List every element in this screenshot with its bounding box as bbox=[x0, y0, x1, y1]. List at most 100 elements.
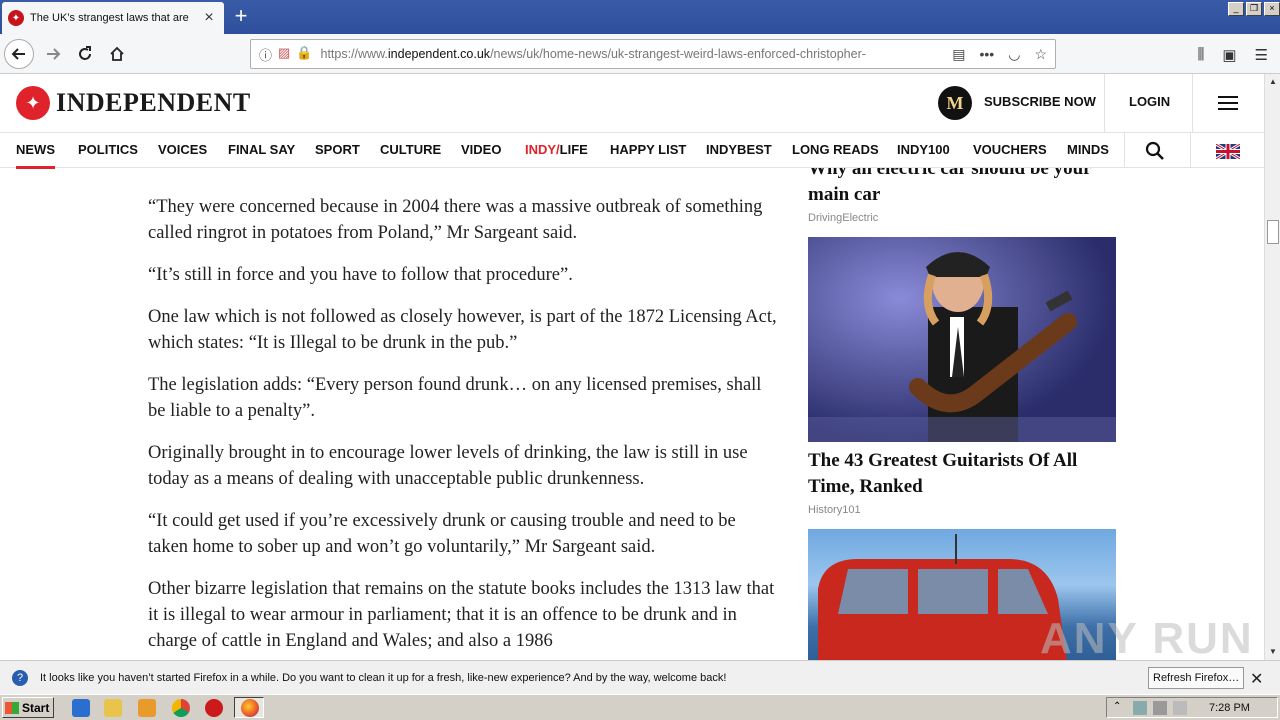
url-bar[interactable]: ⓘ ▨ 🔒 https://www.independent.co.uk/news… bbox=[250, 39, 1056, 69]
independent-favicon-icon: ✦ bbox=[8, 10, 24, 26]
nav-item-vouchers[interactable]: VOUCHERS bbox=[973, 142, 1047, 157]
guitarist-illustration-icon bbox=[808, 252, 1116, 442]
uk-flag-icon[interactable] bbox=[1216, 144, 1240, 159]
media-player-icon[interactable] bbox=[138, 699, 156, 717]
article-paragraph: Originally brought in to encourage lower… bbox=[148, 443, 748, 489]
eagle-logo-icon: ✦ bbox=[16, 86, 50, 120]
membership-badge-icon[interactable]: M bbox=[938, 86, 972, 120]
reload-icon bbox=[79, 46, 91, 60]
article-body: Polish potatoes to Britain without first… bbox=[148, 194, 778, 660]
question-icon: ? bbox=[12, 669, 28, 686]
tray-arrow-icon[interactable]: ⌃ bbox=[1113, 701, 1127, 715]
pocket-icon[interactable]: ◡ bbox=[1008, 46, 1020, 63]
refresh-firefox-button[interactable]: Refresh Firefox… bbox=[1148, 667, 1245, 689]
nav-item-indylife[interactable]: INDY/LIFE bbox=[525, 142, 588, 157]
promo-source[interactable]: DrivingElectric bbox=[808, 212, 1116, 224]
close-window-button[interactable]: × bbox=[1264, 2, 1280, 16]
nav-item-video[interactable]: VIDEO bbox=[461, 142, 501, 157]
header-divider bbox=[1104, 74, 1105, 132]
tab-strip: ✦ The UK’s strangest laws that are s × +… bbox=[0, 0, 1280, 34]
system-tray: ⌃ 7:28 PM bbox=[1106, 697, 1278, 718]
sidebar-icon[interactable]: ▣ bbox=[1222, 46, 1236, 64]
nav-divider bbox=[1190, 133, 1191, 168]
scroll-up-icon[interactable]: ▲ bbox=[1265, 74, 1280, 90]
nav-item-news[interactable]: NEWS bbox=[16, 142, 55, 169]
lock-icon[interactable]: 🔒 bbox=[296, 45, 312, 64]
start-button[interactable]: Start bbox=[2, 697, 54, 718]
taskbar-clock[interactable]: 7:28 PM bbox=[1209, 702, 1250, 714]
firefox-notification-bar: ? It looks like you haven’t started Fire… bbox=[0, 660, 1280, 694]
windows-taskbar: Start ⌃ 7:28 PM bbox=[0, 694, 1280, 720]
nav-item-indybest[interactable]: INDYBEST bbox=[706, 142, 772, 157]
firefox-icon bbox=[241, 699, 259, 717]
close-icon[interactable]: ✕ bbox=[1250, 669, 1263, 689]
scroll-down-icon[interactable]: ▼ bbox=[1265, 644, 1280, 660]
library-icon[interactable]: ⫼ bbox=[1197, 46, 1204, 64]
chrome-icon[interactable] bbox=[172, 699, 190, 717]
minimize-button[interactable]: _ bbox=[1228, 2, 1244, 16]
promo-source[interactable]: History101 bbox=[808, 504, 1116, 516]
nav-item-final-say[interactable]: FINAL SAY bbox=[228, 142, 295, 157]
page-scrollbar[interactable]: ▲ ▼ bbox=[1264, 74, 1280, 660]
scroll-thumb[interactable] bbox=[1267, 220, 1279, 244]
navigation-toolbar: ⓘ ▨ 🔒 https://www.independent.co.uk/news… bbox=[0, 34, 1280, 74]
nav-item-minds[interactable]: MINDS bbox=[1067, 142, 1109, 157]
reader-view-icon[interactable]: ▤ bbox=[952, 46, 965, 63]
forward-button[interactable] bbox=[38, 39, 68, 69]
notification-message: It looks like you haven’t started Firefo… bbox=[40, 671, 727, 684]
url-text[interactable]: https://www.independent.co.uk/news/uk/ho… bbox=[321, 47, 911, 61]
nav-item-politics[interactable]: POLITICS bbox=[78, 142, 138, 157]
nav-item-long-reads[interactable]: LONG READS bbox=[792, 142, 879, 157]
nav-item-voices[interactable]: VOICES bbox=[158, 142, 207, 157]
nav-item-culture[interactable]: CULTURE bbox=[380, 142, 441, 157]
opera-icon[interactable] bbox=[205, 699, 223, 717]
home-icon bbox=[110, 46, 124, 61]
tab-close-icon[interactable]: × bbox=[200, 9, 218, 27]
nav-item-sport[interactable]: SPORT bbox=[315, 142, 360, 157]
toolbar-right: ⫼ ▣ ☰ bbox=[1197, 46, 1268, 64]
article-paragraph: “They were concerned because in 2004 the… bbox=[148, 197, 763, 243]
reload-button[interactable] bbox=[70, 39, 100, 69]
site-header: ✦ INDEPENDENT M SUBSCRIBE NOW LOGIN bbox=[0, 74, 1264, 132]
logo-text: INDEPENDENT bbox=[56, 88, 251, 117]
article-paragraph: Other bizarre legislation that remains o… bbox=[148, 579, 775, 651]
window-controls: _ ❐ × bbox=[1228, 2, 1280, 16]
promo-title[interactable]: Why an electric car should be your main … bbox=[808, 168, 1116, 208]
subscribe-button[interactable]: SUBSCRIBE NOW bbox=[984, 94, 1096, 109]
url-actions: ▤ ••• ◡ ☆ bbox=[952, 46, 1047, 63]
article-paragraph: The legislation adds: “Every person foun… bbox=[148, 375, 762, 421]
header-divider bbox=[1192, 74, 1193, 132]
article-paragraph: One law which is not followed as closely… bbox=[148, 307, 777, 353]
nav-item-happy-list[interactable]: HAPPY LIST bbox=[610, 142, 686, 157]
site-identity-icons[interactable]: ⓘ ▨ 🔒 bbox=[259, 45, 313, 64]
new-tab-button[interactable]: + bbox=[230, 5, 252, 28]
browser-tab[interactable]: ✦ The UK’s strangest laws that are s × bbox=[2, 2, 224, 34]
back-button[interactable] bbox=[4, 39, 34, 69]
watermark-text: ANY RUN bbox=[1040, 614, 1254, 660]
volume-icon[interactable] bbox=[1153, 700, 1167, 715]
search-icon[interactable] bbox=[1145, 141, 1165, 161]
sidebar-promos: Why an electric car should be your main … bbox=[808, 156, 1116, 660]
article-paragraph: “It’s still in force and you have to fol… bbox=[148, 265, 573, 285]
flag-tray-icon[interactable] bbox=[1173, 700, 1187, 715]
home-button[interactable] bbox=[102, 39, 132, 69]
promo-title[interactable]: The 43 Greatest Guitarists Of All Time, … bbox=[808, 448, 1116, 500]
restore-button[interactable]: ❐ bbox=[1246, 2, 1262, 16]
nav-item-indy100[interactable]: INDY100 bbox=[897, 142, 950, 157]
site-menu-icon[interactable] bbox=[1218, 96, 1238, 110]
network-icon[interactable] bbox=[1133, 700, 1147, 715]
internet-explorer-icon[interactable] bbox=[72, 699, 90, 717]
forward-arrow-icon bbox=[47, 48, 61, 60]
info-icon[interactable]: ⓘ bbox=[259, 45, 272, 64]
page-actions-icon[interactable]: ••• bbox=[980, 46, 995, 63]
firefox-taskbar-button[interactable] bbox=[234, 697, 264, 718]
folder-icon[interactable] bbox=[104, 699, 122, 717]
back-arrow-icon bbox=[11, 48, 25, 60]
windows-flag-icon bbox=[5, 701, 19, 714]
login-button[interactable]: LOGIN bbox=[1129, 94, 1170, 109]
independent-logo[interactable]: ✦ INDEPENDENT bbox=[16, 86, 251, 120]
bookmark-star-icon[interactable]: ☆ bbox=[1034, 46, 1047, 63]
menu-icon[interactable]: ☰ bbox=[1255, 46, 1268, 64]
guitarist-promo-image[interactable] bbox=[808, 237, 1116, 442]
tracking-icon[interactable]: ▨ bbox=[278, 45, 290, 64]
